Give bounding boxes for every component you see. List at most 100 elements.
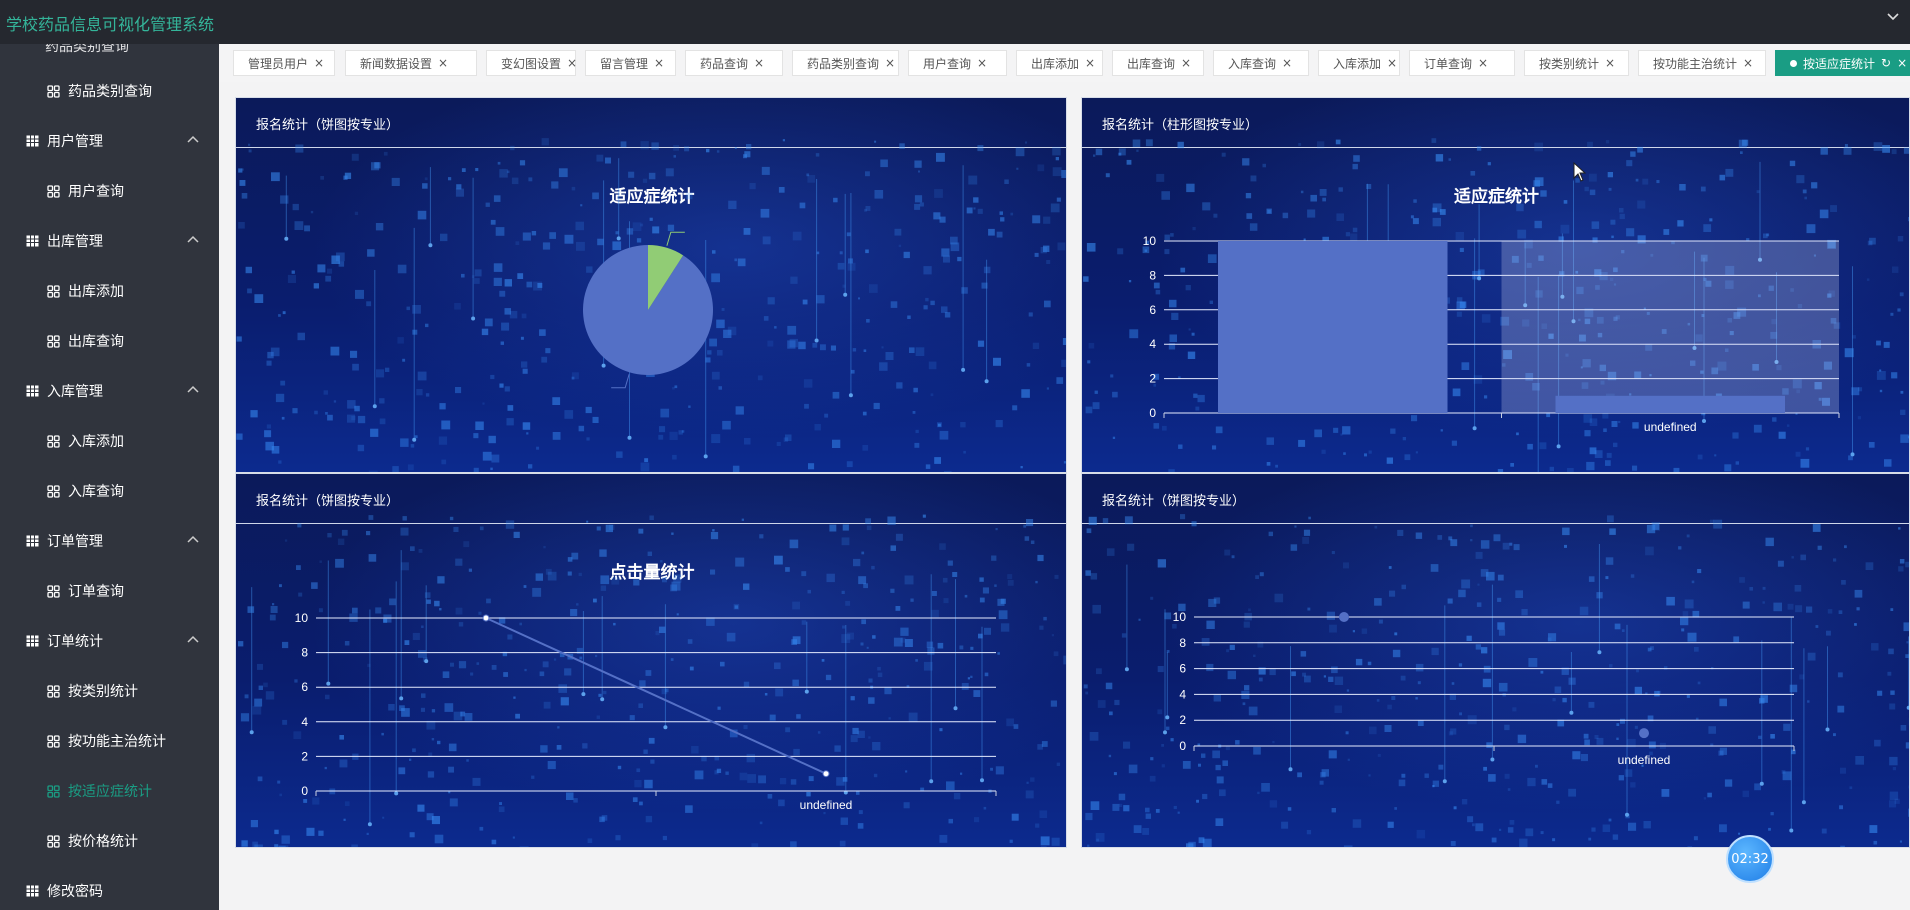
sidebar-item[interactable]: 入库管理 bbox=[0, 366, 219, 416]
sidebar-item[interactable]: 药品类别查询 bbox=[0, 66, 219, 116]
close-icon[interactable]: × bbox=[1743, 56, 1753, 70]
y-tick-label: 6 bbox=[301, 680, 308, 694]
tab[interactable]: 留言管理 × bbox=[585, 50, 676, 76]
sidebar-item[interactable]: 出库查询 bbox=[0, 316, 219, 366]
pie-label-line bbox=[666, 231, 685, 246]
grid-icon bbox=[45, 684, 61, 698]
tab[interactable]: 出库添加 × bbox=[1016, 50, 1103, 76]
close-icon[interactable]: × bbox=[1181, 56, 1191, 70]
active-dot-icon bbox=[1790, 59, 1797, 67]
sidebar-item[interactable]: 出库管理 bbox=[0, 216, 219, 266]
sidebar-item[interactable]: 出库添加 bbox=[0, 266, 219, 316]
tab[interactable]: 按功能主治统计 × bbox=[1638, 50, 1766, 76]
close-icon[interactable]: × bbox=[1897, 56, 1907, 70]
sidebar-item[interactable]: 入库查询 bbox=[0, 466, 219, 516]
series-line bbox=[485, 617, 827, 775]
close-icon[interactable]: × bbox=[654, 56, 664, 70]
close-icon[interactable]: × bbox=[1605, 56, 1615, 70]
sidebar-item[interactable]: 用户查询 bbox=[0, 166, 219, 216]
grid-icon bbox=[45, 334, 61, 348]
close-icon[interactable]: × bbox=[1478, 56, 1488, 70]
chart-grid bbox=[1194, 616, 1794, 747]
y-tick-label: 2 bbox=[301, 749, 308, 763]
close-icon[interactable]: × bbox=[885, 56, 895, 70]
tab-label: 留言管理 bbox=[600, 56, 649, 71]
close-icon[interactable]: × bbox=[1387, 56, 1397, 70]
sidebar-item[interactable]: 按适应症统计 bbox=[0, 766, 219, 816]
grid-icon bbox=[45, 484, 61, 498]
grid-icon bbox=[45, 834, 61, 848]
sidebar-clipped-item[interactable]: 药品类别查询 bbox=[45, 44, 129, 56]
close-icon[interactable]: × bbox=[314, 56, 324, 70]
close-icon[interactable]: × bbox=[754, 56, 764, 70]
background-pattern bbox=[238, 514, 1066, 847]
sidebar-item[interactable]: 用户管理 bbox=[0, 116, 219, 166]
sidebar-item-label: 按价格统计 bbox=[68, 834, 138, 850]
tab[interactable]: 变幻图设置 × bbox=[486, 50, 577, 76]
sidebar-item[interactable]: 按类别统计 bbox=[0, 666, 219, 716]
sidebar-item-label: 入库管理 bbox=[47, 384, 103, 400]
grid-icon bbox=[45, 284, 61, 298]
tab[interactable]: 订单查询 × bbox=[1409, 50, 1515, 76]
panel-scatter: 报名统计（饼图按专业） 0 2 4 6 8 10 undefined bbox=[1081, 473, 1910, 848]
grid-icon bbox=[45, 784, 61, 798]
mouse-cursor-icon bbox=[1573, 161, 1587, 186]
tab[interactable]: 入库添加 × bbox=[1318, 50, 1400, 76]
sidebar-item[interactable]: 订单管理 bbox=[0, 516, 219, 566]
table-icon bbox=[24, 235, 40, 247]
line-chart: 0 2 4 6 8 10 undefined bbox=[238, 514, 1066, 847]
pie-label-line bbox=[611, 374, 630, 389]
chevron-up-icon bbox=[187, 632, 199, 646]
sidebar-item[interactable]: 按功能主治统计 bbox=[0, 716, 219, 766]
table-icon bbox=[24, 385, 40, 397]
sidebar-item[interactable]: 订单查询 bbox=[0, 566, 219, 616]
sidebar-item-label: 用户查询 bbox=[68, 184, 124, 200]
tab[interactable]: 新闻数据设置 × bbox=[345, 50, 477, 76]
tab[interactable]: 入库查询 × bbox=[1213, 50, 1309, 76]
y-tick-label: 8 bbox=[1149, 268, 1156, 282]
sidebar-item-label: 订单统计 bbox=[47, 634, 103, 650]
tab[interactable]: 按类别统计 × bbox=[1524, 50, 1629, 76]
refresh-icon[interactable]: ↻ bbox=[1881, 56, 1891, 70]
close-icon[interactable]: × bbox=[567, 56, 577, 70]
grid-icon bbox=[45, 734, 61, 748]
table-icon bbox=[24, 885, 40, 897]
sidebar-item-label: 入库添加 bbox=[68, 434, 124, 450]
chevron-down-icon[interactable] bbox=[1886, 10, 1900, 28]
tab[interactable]: 出库查询 × bbox=[1112, 50, 1204, 76]
sidebar-item-label: 入库查询 bbox=[68, 484, 124, 500]
tab[interactable]: 用户查询 × bbox=[908, 50, 1007, 76]
grid-icon bbox=[45, 434, 61, 448]
sidebar-item-label: 出库添加 bbox=[68, 284, 124, 300]
sidebar-item[interactable]: 修改密码 bbox=[0, 866, 219, 910]
chevron-up-icon bbox=[187, 532, 199, 546]
tab[interactable]: 药品类别查询 × bbox=[792, 50, 899, 76]
tab-label: 药品类别查询 bbox=[807, 56, 880, 71]
data-point bbox=[822, 770, 830, 778]
tab[interactable]: 按适应症统计 ↻ × bbox=[1775, 50, 1910, 76]
sidebar-item-label: 用户管理 bbox=[47, 134, 103, 150]
sidebar-item[interactable]: 订单统计 bbox=[0, 616, 219, 666]
y-tick-label: 4 bbox=[1149, 337, 1156, 351]
close-icon[interactable]: × bbox=[1282, 56, 1292, 70]
x-tick-label: undefined bbox=[800, 798, 853, 812]
pie-chart bbox=[236, 138, 1066, 472]
y-tick-label: 4 bbox=[1179, 687, 1186, 701]
tab[interactable]: 药品查询 × bbox=[685, 50, 783, 76]
tab-label: 用户查询 bbox=[923, 56, 972, 71]
table-icon bbox=[24, 535, 40, 547]
tab-bar: 管理员用户 × 新闻数据设置 × 变幻图设置 × 留言管理 × 药品查询 × 药品类别查询 × 用户查询… bbox=[219, 44, 1910, 82]
close-icon[interactable]: × bbox=[977, 56, 987, 70]
y-tick-label: 10 bbox=[295, 611, 309, 625]
close-icon[interactable]: × bbox=[438, 56, 448, 70]
close-icon[interactable]: × bbox=[1085, 56, 1095, 70]
bar-hover-shadow bbox=[1501, 241, 1839, 413]
sidebar-item-label: 订单查询 bbox=[68, 584, 124, 600]
sidebar-item-label: 按适应症统计 bbox=[68, 784, 152, 800]
chevron-up-icon bbox=[187, 132, 199, 146]
sidebar-item[interactable]: 入库添加 bbox=[0, 416, 219, 466]
timer-badge[interactable]: 02:32 bbox=[1726, 835, 1774, 883]
tab[interactable]: 管理员用户 × bbox=[233, 50, 335, 76]
grid-icon bbox=[45, 84, 61, 98]
sidebar-item[interactable]: 按价格统计 bbox=[0, 816, 219, 866]
